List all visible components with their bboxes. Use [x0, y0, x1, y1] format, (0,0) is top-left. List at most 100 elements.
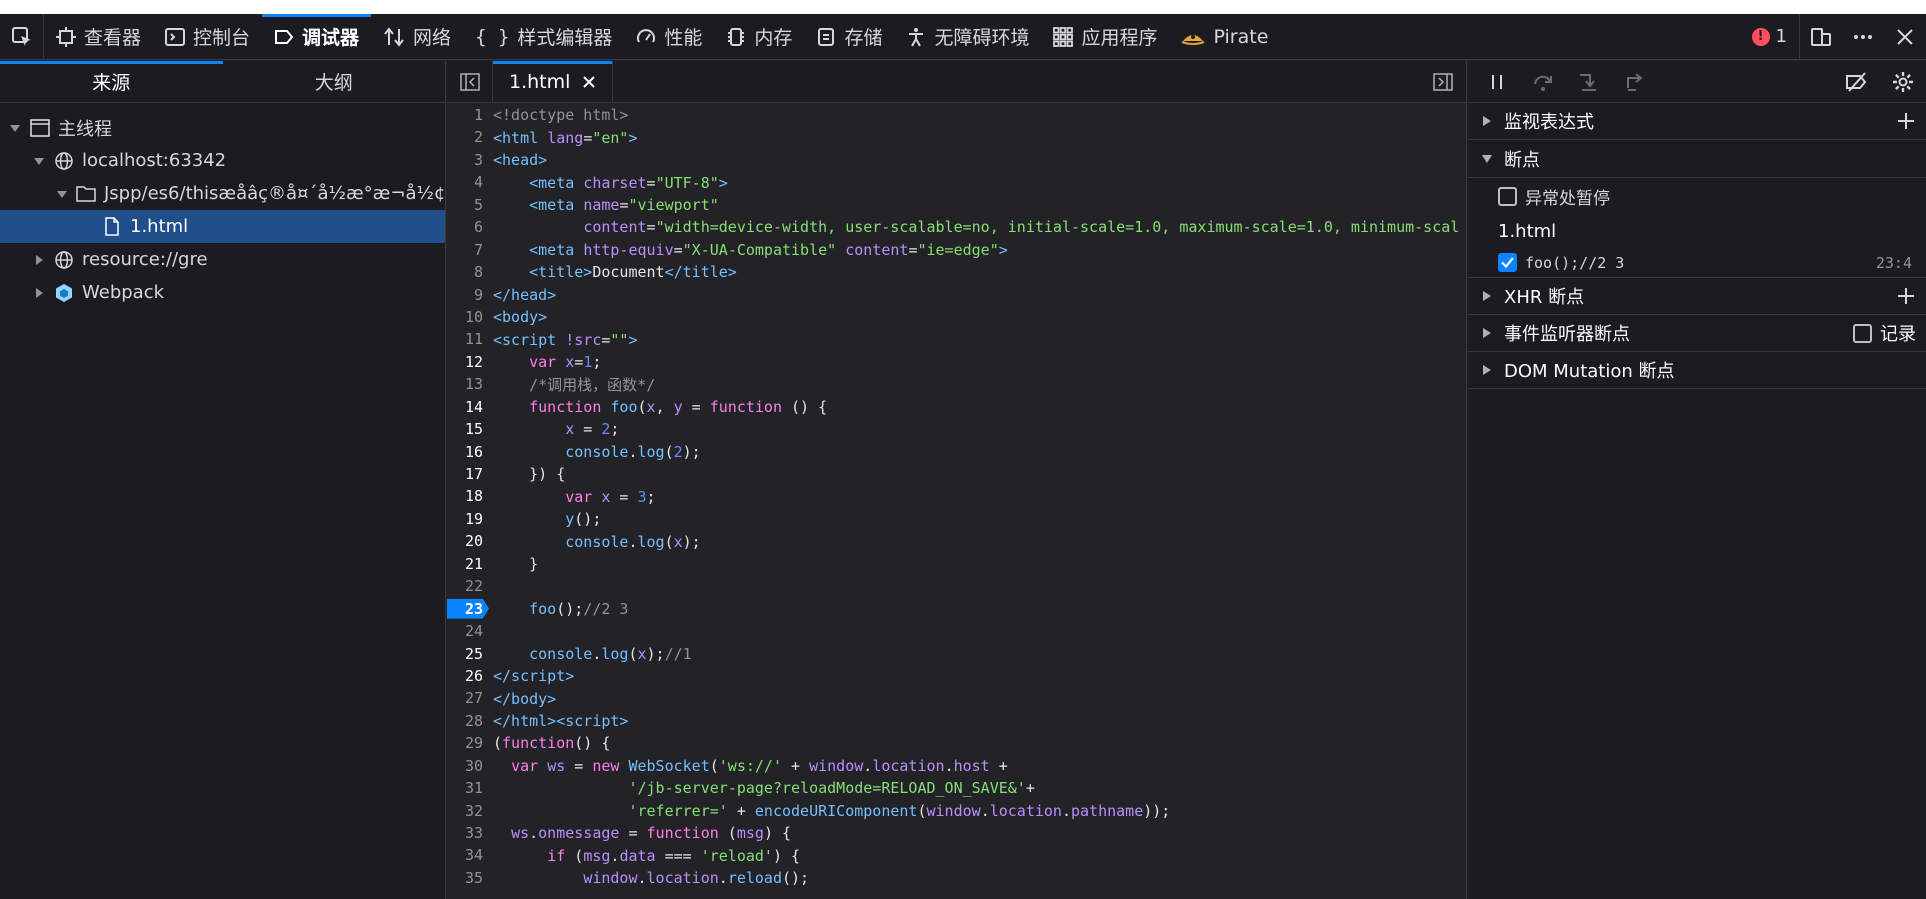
section-label: 监视表达式 [1504, 112, 1594, 133]
code-line: 31 '/jb-server-page?reloadMode=RELOAD_ON… [464, 779, 1035, 798]
code-line: 9 </head> [473, 285, 557, 304]
grid-icon [1053, 26, 1074, 47]
step-over-button[interactable] [1520, 61, 1566, 103]
file-tab-1-html[interactable]: 1.html [493, 60, 614, 103]
code-line: 25 console.log(x);//1 [464, 644, 692, 663]
section-label: 事件监听器断点 [1504, 324, 1630, 345]
deactivate-breakpoints-button[interactable] [1834, 61, 1880, 103]
step-out-button[interactable] [1612, 61, 1658, 103]
element-picker-button[interactable] [0, 13, 44, 60]
tab-console[interactable]: 控制台 [153, 14, 262, 60]
checkmark-icon [1501, 257, 1514, 268]
tab-style-editor[interactable]: { } 样式编辑器 [463, 14, 624, 60]
pause-on-exceptions-row[interactable]: 异常处暂停 [1468, 177, 1926, 214]
tab-storage[interactable]: 存储 [804, 14, 894, 60]
collapsed-triangle-icon[interactable] [32, 286, 46, 300]
tree-node-file-selected[interactable]: 1.html [0, 210, 445, 243]
plus-icon [1898, 288, 1914, 304]
code-line: 2 <html lang="en"> [473, 128, 638, 147]
pause-button[interactable] [1474, 61, 1520, 103]
tab-debugger[interactable]: 调试器 [262, 13, 372, 60]
picker-icon [11, 26, 31, 46]
code-line: 4 <meta charset="UTF-8"> [473, 173, 728, 192]
sidebar-expand-icon [1433, 72, 1453, 91]
more-options-button[interactable] [1842, 14, 1884, 60]
webpack-cube-icon [54, 283, 74, 303]
tree-node-main-thread[interactable]: 主线程 [0, 111, 445, 144]
tab-outline[interactable]: 大纲 [223, 61, 446, 102]
event-listener-breakpoints-header[interactable]: 事件监听器断点 记录 [1468, 315, 1926, 352]
step-in-button[interactable] [1566, 61, 1612, 103]
code-line: 30 var ws = new WebSocket('ws://' + wind… [464, 756, 1008, 775]
breakpoint-item[interactable]: foo();//2 3 23:4 [1468, 248, 1926, 278]
close-tab-icon[interactable] [582, 75, 596, 89]
devtools-toolbar: 查看器 控制台 调试器 网络 { } 样式编辑器 性能 内存 存储 无障碍环境 … [0, 13, 1926, 60]
dom-mutation-breakpoints-header[interactable]: DOM Mutation 断点 [1468, 352, 1926, 389]
network-arrows-icon [384, 26, 404, 47]
pause-icon [1492, 74, 1502, 89]
tab-inspector[interactable]: 查看器 [44, 14, 153, 60]
responsive-mode-button[interactable] [1800, 14, 1842, 60]
tab-label: 调试器 [302, 27, 360, 49]
tree-node-resource[interactable]: resource://gre [0, 243, 445, 276]
gauge-icon [637, 28, 656, 42]
record-toggle[interactable]: 记录 [1853, 320, 1926, 346]
toggle-debugger-pane-button[interactable] [1420, 61, 1466, 103]
tab-performance[interactable]: 性能 [624, 14, 714, 60]
console-icon [165, 27, 186, 46]
tab-application[interactable]: 应用程序 [1041, 14, 1169, 60]
expanded-triangle-icon[interactable] [8, 121, 22, 135]
debugger-icon [275, 29, 294, 44]
tab-network[interactable]: 网络 [371, 14, 463, 60]
pirate-hat-icon [1182, 34, 1205, 45]
debugger-toolbar-right [1834, 61, 1926, 103]
expanded-triangle-icon[interactable] [32, 154, 46, 168]
breakpoint-checkbox[interactable] [1498, 253, 1517, 272]
memory-chip-icon [728, 27, 745, 46]
tree-node-label: localhost:63342 [82, 150, 227, 171]
tab-accessibility[interactable]: 无障碍环境 [894, 14, 1041, 60]
breakpoints-header[interactable]: 断点 [1468, 140, 1926, 177]
tree-node-folder[interactable]: Jspp/es6/thisæåâç®å¤´å½æ°æ¬å½¢å¼ [0, 177, 445, 210]
code-line: 8 <title>Document</title> [473, 263, 737, 282]
breakpoint-marker[interactable]: 23 [447, 598, 493, 620]
add-watch-button[interactable] [1886, 112, 1926, 130]
code-view[interactable]: 1 <!doctype html> 2 <html lang="en"> 3 <hea… [447, 104, 1467, 899]
tab-label: 控制台 [193, 27, 251, 49]
file-icon [102, 217, 122, 237]
add-xhr-breakpoint-button[interactable] [1886, 287, 1926, 305]
collapsed-triangle-icon[interactable] [32, 253, 46, 267]
code-line: 27 </body> [464, 689, 557, 708]
section-label: 断点 [1504, 149, 1540, 171]
tab-label: 内存 [754, 27, 793, 49]
xhr-breakpoints-header[interactable]: XHR 断点 [1468, 278, 1926, 315]
tab-label: 样式编辑器 [517, 27, 613, 49]
tab-sources[interactable]: 来源 [0, 61, 223, 102]
code-line: 13 /*调用栈，函数*/ [464, 375, 656, 394]
code-line: 17 }) { [464, 465, 566, 484]
expanded-triangle-icon[interactable] [56, 187, 68, 201]
tab-memory[interactable]: 内存 [714, 14, 804, 60]
tree-node-localhost[interactable]: localhost:63342 [0, 144, 445, 177]
watch-expressions-header[interactable]: 监视表达式 [1468, 103, 1926, 140]
code-line: 5 <meta name="viewport" [473, 195, 719, 214]
pause-on-exceptions-checkbox[interactable] [1498, 186, 1517, 206]
settings-button[interactable] [1880, 61, 1926, 103]
globe-icon [54, 250, 74, 270]
tab-label: 存储 [844, 27, 883, 49]
step-in-icon [1580, 73, 1596, 91]
code-line: 1 <!doctype html> [473, 106, 629, 125]
tab-pirate[interactable]: Pirate [1169, 14, 1280, 60]
toggle-sources-pane-button[interactable] [447, 60, 493, 103]
tab-label: 应用程序 [1081, 27, 1158, 49]
accessibility-icon [909, 27, 924, 46]
record-checkbox[interactable] [1853, 323, 1872, 343]
record-label: 记录 [1880, 324, 1916, 345]
tree-node-webpack[interactable]: Webpack [0, 276, 445, 309]
code-line: 16 console.log(2); [464, 442, 701, 461]
error-count-badge[interactable]: ! 1 [1740, 13, 1800, 60]
close-devtools-button[interactable] [1884, 14, 1926, 60]
debugger-pane: 监视表达式 断点 异常处暂停 1.html foo();//2 3 23:4 X… [1468, 61, 1926, 899]
breakpoint-line[interactable]: 23 foo();//2 3 [447, 598, 1467, 620]
tree-node-label: 主线程 [58, 118, 112, 140]
